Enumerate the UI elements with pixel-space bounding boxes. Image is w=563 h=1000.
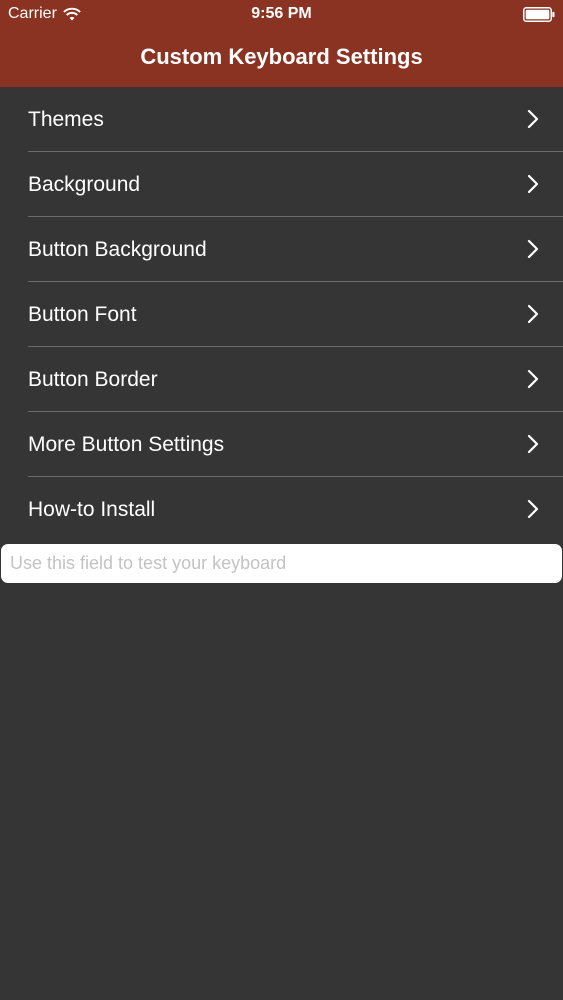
keyboard-test-input[interactable] [1,544,562,583]
menu-item-button-border[interactable]: Button Border [28,347,563,412]
menu-item-more-button-settings[interactable]: More Button Settings [28,412,563,477]
chevron-right-icon [527,109,539,129]
menu-item-label: Themes [28,108,104,131]
menu-item-themes[interactable]: Themes [28,87,563,152]
menu-item-how-to-install[interactable]: How-to Install [28,477,563,542]
menu-item-label: Background [28,173,141,196]
menu-item-button-background[interactable]: Button Background [28,217,563,282]
menu-item-label: Button Border [28,368,158,391]
menu-item-button-font[interactable]: Button Font [28,282,563,347]
chevron-right-icon [527,434,539,454]
menu-item-background[interactable]: Background [28,152,563,217]
page-title: Custom Keyboard Settings [140,44,423,69]
menu-item-label: More Button Settings [28,433,225,456]
menu-item-label: How-to Install [28,498,156,521]
status-time: 9:56 PM [251,5,312,22]
settings-menu: Themes Background Button Background Butt… [0,87,563,542]
chevron-right-icon [527,499,539,519]
chevron-right-icon [527,369,539,389]
chevron-right-icon [527,239,539,259]
battery-icon [523,7,555,22]
chevron-right-icon [527,304,539,324]
menu-item-label: Button Font [28,303,137,326]
status-bar: Carrier 9:56 PM [0,0,563,30]
menu-item-label: Button Background [28,238,207,261]
chevron-right-icon [527,174,539,194]
nav-bar: Carrier 9:56 PM Custom Keyboard Settings [0,0,563,87]
